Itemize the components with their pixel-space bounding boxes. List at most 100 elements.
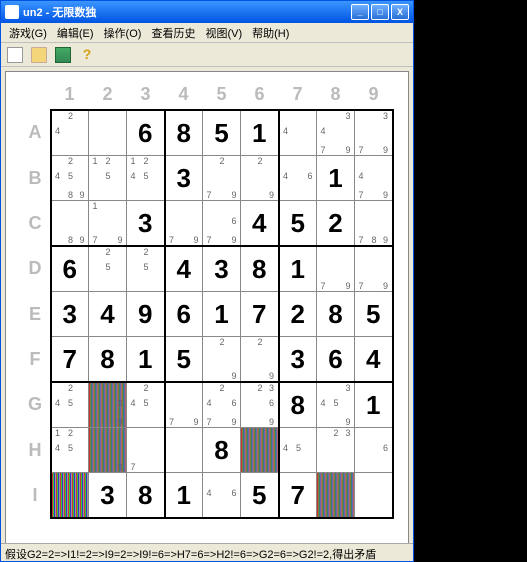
save-icon[interactable] — [55, 47, 71, 63]
menu-view[interactable]: 视图(V) — [201, 23, 246, 43]
cell[interactable]: 79 — [165, 382, 203, 428]
cell[interactable]: 8 — [203, 428, 241, 473]
cell[interactable]: 24589 — [51, 156, 89, 201]
cell[interactable]: 5 — [355, 292, 393, 337]
cell[interactable]: 6 — [127, 110, 165, 156]
cell[interactable]: 3459 — [317, 382, 355, 428]
cell[interactable]: 7 — [127, 428, 165, 473]
cell[interactable]: 379 — [355, 110, 393, 156]
cell[interactable]: 179 — [89, 201, 127, 247]
menu-operate[interactable]: 操作(O) — [100, 23, 146, 43]
cell[interactable]: 5 — [165, 337, 203, 383]
cell[interactable]: 69 — [89, 382, 127, 428]
cell[interactable]: 1 — [203, 292, 241, 337]
menu-game[interactable]: 游戏(G) — [5, 23, 51, 43]
cell[interactable] — [51, 473, 89, 519]
cell[interactable]: 25 — [127, 246, 165, 292]
cell[interactable]: 1 — [279, 246, 317, 292]
cell[interactable]: 24679 — [203, 382, 241, 428]
cell[interactable]: 1 — [355, 382, 393, 428]
cell[interactable]: 125 — [89, 156, 127, 201]
cell[interactable]: 4 — [241, 201, 279, 247]
cell[interactable]: 4 — [355, 337, 393, 383]
cell[interactable]: 3 — [127, 201, 165, 247]
cell[interactable] — [89, 110, 127, 156]
cell-value: 4 — [166, 247, 203, 291]
cell[interactable]: 29 — [203, 337, 241, 383]
open-icon[interactable] — [31, 47, 47, 63]
cell[interactable]: 1245 — [51, 428, 89, 473]
cell[interactable]: 3 — [89, 473, 127, 519]
cell[interactable]: 4 — [165, 246, 203, 292]
menu-history[interactable]: 查看历史 — [147, 23, 199, 43]
cell[interactable]: 6 — [355, 428, 393, 473]
close-button[interactable]: X — [391, 4, 409, 20]
cell[interactable]: 46 — [203, 473, 241, 519]
new-icon[interactable] — [7, 47, 23, 63]
cell[interactable]: 9 — [89, 428, 127, 473]
cell[interactable]: 789 — [355, 201, 393, 247]
cell[interactable]: 679 — [203, 201, 241, 247]
cell[interactable] — [355, 473, 393, 519]
cell[interactable]: 8 — [165, 110, 203, 156]
cell[interactable]: 7 — [279, 473, 317, 519]
cell[interactable]: 6 — [51, 246, 89, 292]
cell[interactable]: 479 — [355, 156, 393, 201]
row-header: G — [21, 382, 51, 428]
cell[interactable]: 5 — [279, 201, 317, 247]
cell[interactable]: 4 — [89, 292, 127, 337]
cell[interactable]: 8 — [127, 473, 165, 519]
cell[interactable]: 24 — [51, 110, 89, 156]
menu-help[interactable]: 帮助(H) — [248, 23, 293, 43]
cell[interactable]: 25 — [89, 246, 127, 292]
menu-edit[interactable]: 编辑(E) — [53, 23, 98, 43]
help-icon[interactable]: ? — [79, 47, 95, 63]
cell[interactable]: 23 — [317, 428, 355, 473]
maximize-button[interactable]: □ — [371, 4, 389, 20]
cell[interactable]: 79 — [317, 246, 355, 292]
pencil-marks: 245 — [127, 383, 164, 427]
cell[interactable]: 45 — [279, 428, 317, 473]
cell[interactable]: 245 — [127, 382, 165, 428]
pencil-marks: 24679 — [203, 383, 240, 427]
cell[interactable]: 3 — [203, 246, 241, 292]
cell[interactable]: 3 — [165, 156, 203, 201]
cell[interactable]: 29 — [241, 337, 279, 383]
cell[interactable]: 79 — [355, 246, 393, 292]
cell[interactable]: 6 — [165, 292, 203, 337]
cell-value: 2 — [317, 201, 354, 245]
cell[interactable] — [241, 428, 279, 473]
cell[interactable]: 3 — [51, 292, 89, 337]
cell[interactable]: 8 — [279, 382, 317, 428]
cell[interactable]: 245 — [51, 382, 89, 428]
minimize-button[interactable]: _ — [351, 4, 369, 20]
cell[interactable]: 5 — [203, 110, 241, 156]
cell[interactable]: 1245 — [127, 156, 165, 201]
cell[interactable]: 1 — [317, 156, 355, 201]
cell[interactable]: 2369 — [241, 382, 279, 428]
cell-value: 3 — [52, 292, 89, 336]
cell[interactable]: 7 — [51, 337, 89, 383]
cell[interactable]: 279 — [203, 156, 241, 201]
cell[interactable]: 3 — [279, 337, 317, 383]
cell[interactable]: 9 — [127, 292, 165, 337]
cell[interactable]: 1 — [241, 110, 279, 156]
cell[interactable]: 5 — [241, 473, 279, 519]
cell[interactable]: 3479 — [317, 110, 355, 156]
cell[interactable]: 8 — [241, 246, 279, 292]
cell[interactable] — [317, 473, 355, 519]
cell[interactable]: 1 — [165, 473, 203, 519]
cell[interactable]: 7 — [241, 292, 279, 337]
cell[interactable]: 29 — [241, 156, 279, 201]
cell[interactable]: 79 — [165, 201, 203, 247]
cell[interactable]: 46 — [279, 156, 317, 201]
cell[interactable]: 1 — [127, 337, 165, 383]
cell[interactable]: 4 — [279, 110, 317, 156]
cell[interactable]: 2 — [279, 292, 317, 337]
cell[interactable]: 6 — [317, 337, 355, 383]
cell[interactable]: 8 — [317, 292, 355, 337]
cell[interactable]: 8 — [89, 337, 127, 383]
cell[interactable] — [165, 428, 203, 473]
cell[interactable]: 2 — [317, 201, 355, 247]
cell[interactable]: 89 — [51, 201, 89, 247]
